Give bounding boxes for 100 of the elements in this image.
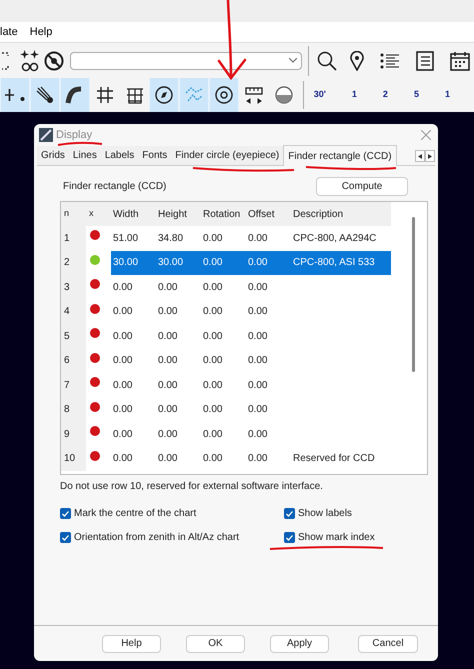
notebook-icon[interactable]: [416, 50, 434, 70]
checkmark-icon: [286, 510, 293, 516]
sparkle-tool-button[interactable]: [0, 78, 30, 112]
no-symbol-icon[interactable]: [44, 50, 64, 70]
fov-button[interactable]: 30': [312, 88, 328, 102]
table-cell-text: CPC-800, AA294C: [292, 232, 378, 246]
table-cell-text: 0.00: [202, 330, 224, 344]
curve-tool-button[interactable]: [60, 78, 90, 112]
table-cell-text: 0.00: [247, 378, 268, 393]
column-header[interactable]: Offset: [246, 206, 291, 222]
checkbox-label: Orientation from zenith in Alt/Az chart: [74, 531, 240, 545]
checkbox-label: Show mark index: [298, 531, 375, 545]
tab[interactable]: Finder circle (eyepiece): [171, 146, 284, 165]
row-number: 4: [61, 300, 86, 324]
table-cell-text: 0.00: [157, 452, 178, 466]
fov-button[interactable]: 1: [442, 88, 452, 102]
table-cell-text: 0.00: [202, 428, 224, 442]
dialog-button[interactable]: Apply: [270, 634, 329, 652]
grid-icon: [94, 85, 115, 105]
dialog-button[interactable]: Cancel: [358, 634, 418, 652]
checkbox[interactable]: [284, 508, 295, 519]
selected-row-highlight[interactable]: 30.00 30.00 0.00 0.00 CPC-800, ASI 533: [111, 250, 391, 275]
annotation-underline: [58, 142, 102, 146]
target-circle-icon: [214, 85, 234, 105]
menu-item[interactable]: late: [0, 24, 18, 40]
object-combo-box[interactable]: [70, 52, 302, 70]
fov-button[interactable]: 2: [380, 88, 390, 102]
table-cell-text: 0.00: [202, 403, 224, 418]
comet-tool-button[interactable]: [30, 78, 60, 112]
tab[interactable]: Labels: [100, 146, 138, 165]
table-cell-text: 0.00: [247, 305, 268, 320]
checkbox[interactable]: [60, 532, 71, 543]
table-cell-text: CPC-800, ASI 533: [292, 256, 376, 270]
row-number: 10: [61, 446, 86, 471]
checkmark-icon: [62, 510, 69, 516]
table-cell-text: 0.00: [247, 232, 268, 246]
table-cell-text: 0.00: [157, 428, 178, 442]
table-cell-text: 0.00: [247, 428, 268, 442]
comet-icon: [34, 85, 55, 105]
row-number: 6: [61, 348, 86, 373]
ruler-icon: [244, 85, 264, 105]
table-cell-text: 51.00: [112, 232, 140, 246]
stars-icon[interactable]: [20, 48, 40, 72]
checkmark-icon: [286, 534, 293, 540]
fov-button[interactable]: 1: [350, 88, 359, 102]
scroll-left-button[interactable]: [415, 150, 425, 162]
note-text: Do not use row 10, reserved for external software interface.: [60, 480, 324, 494]
close-icon[interactable]: [421, 130, 431, 140]
search-icon[interactable]: [317, 50, 337, 70]
chevron-down-icon: [289, 58, 297, 63]
table-cell-text: 0.00: [202, 305, 224, 320]
dialog-button[interactable]: Help: [102, 634, 161, 652]
table-cell-text: 0.00: [247, 256, 268, 270]
list-icon[interactable]: [380, 52, 400, 70]
checkbox[interactable]: [284, 532, 295, 543]
tab[interactable]: Fonts: [138, 146, 172, 165]
tab[interactable]: Grids: [37, 146, 69, 165]
table-cell-text: 0.00: [157, 354, 178, 368]
table-cell-text: 0.00: [112, 403, 134, 418]
menu-item[interactable]: Help: [30, 24, 52, 40]
row-number: 2: [61, 250, 86, 275]
calendar-icon[interactable]: [450, 50, 470, 70]
table-cell-text: 0.00: [202, 256, 224, 270]
table-cell-text: Reserved for CCD: [292, 452, 376, 466]
column-header[interactable]: Description: [291, 206, 391, 222]
dialog-button[interactable]: OK: [186, 634, 245, 652]
checkbox[interactable]: [60, 508, 71, 519]
compute-button[interactable]: Compute: [316, 177, 408, 196]
table-cell-text: 30.00: [112, 256, 140, 270]
window-title: Display: [56, 128, 92, 143]
target-circle-tool-button[interactable]: [209, 78, 240, 112]
tab[interactable]: Finder rectangle (CCD): [283, 145, 397, 166]
column-header[interactable]: Height: [156, 206, 201, 222]
table-cell-text: 0.00: [202, 354, 224, 368]
fov-button[interactable]: 5: [412, 88, 421, 102]
table-cell-text: 0.00: [112, 305, 134, 320]
row-number: 8: [61, 398, 86, 422]
scroll-right-button[interactable]: [425, 150, 435, 162]
column-header[interactable]: Rotation: [201, 206, 246, 222]
table-cell-text: 34.80: [157, 232, 184, 246]
table-cell-text: 0.00: [247, 330, 268, 344]
tab[interactable]: Lines: [68, 146, 101, 165]
table-cell-text: 0.00: [202, 280, 224, 295]
compass-icon: [154, 85, 174, 105]
triangle-right-icon: [428, 154, 432, 158]
table-cell-text: 0.00: [247, 354, 268, 368]
scrollbar-thumb[interactable]: [412, 217, 415, 372]
column-header[interactable]: n: [61, 207, 86, 221]
row-number: 9: [61, 422, 86, 446]
table-cell-text: 0.00: [157, 330, 178, 344]
checkmark-icon: [62, 534, 69, 540]
map-pin-icon[interactable]: [350, 50, 364, 70]
checkbox-label: Mark the centre of the chart: [74, 507, 196, 521]
table-cell-text: 0.00: [112, 452, 134, 466]
table-cell-text: 0.00: [112, 354, 134, 368]
column-header[interactable]: x: [86, 207, 111, 221]
column-header[interactable]: Width: [111, 206, 156, 222]
table-cell-text: 0.00: [202, 378, 224, 393]
table-cell-text: 0.00: [247, 403, 268, 418]
compass-tool-button[interactable]: [149, 78, 180, 112]
